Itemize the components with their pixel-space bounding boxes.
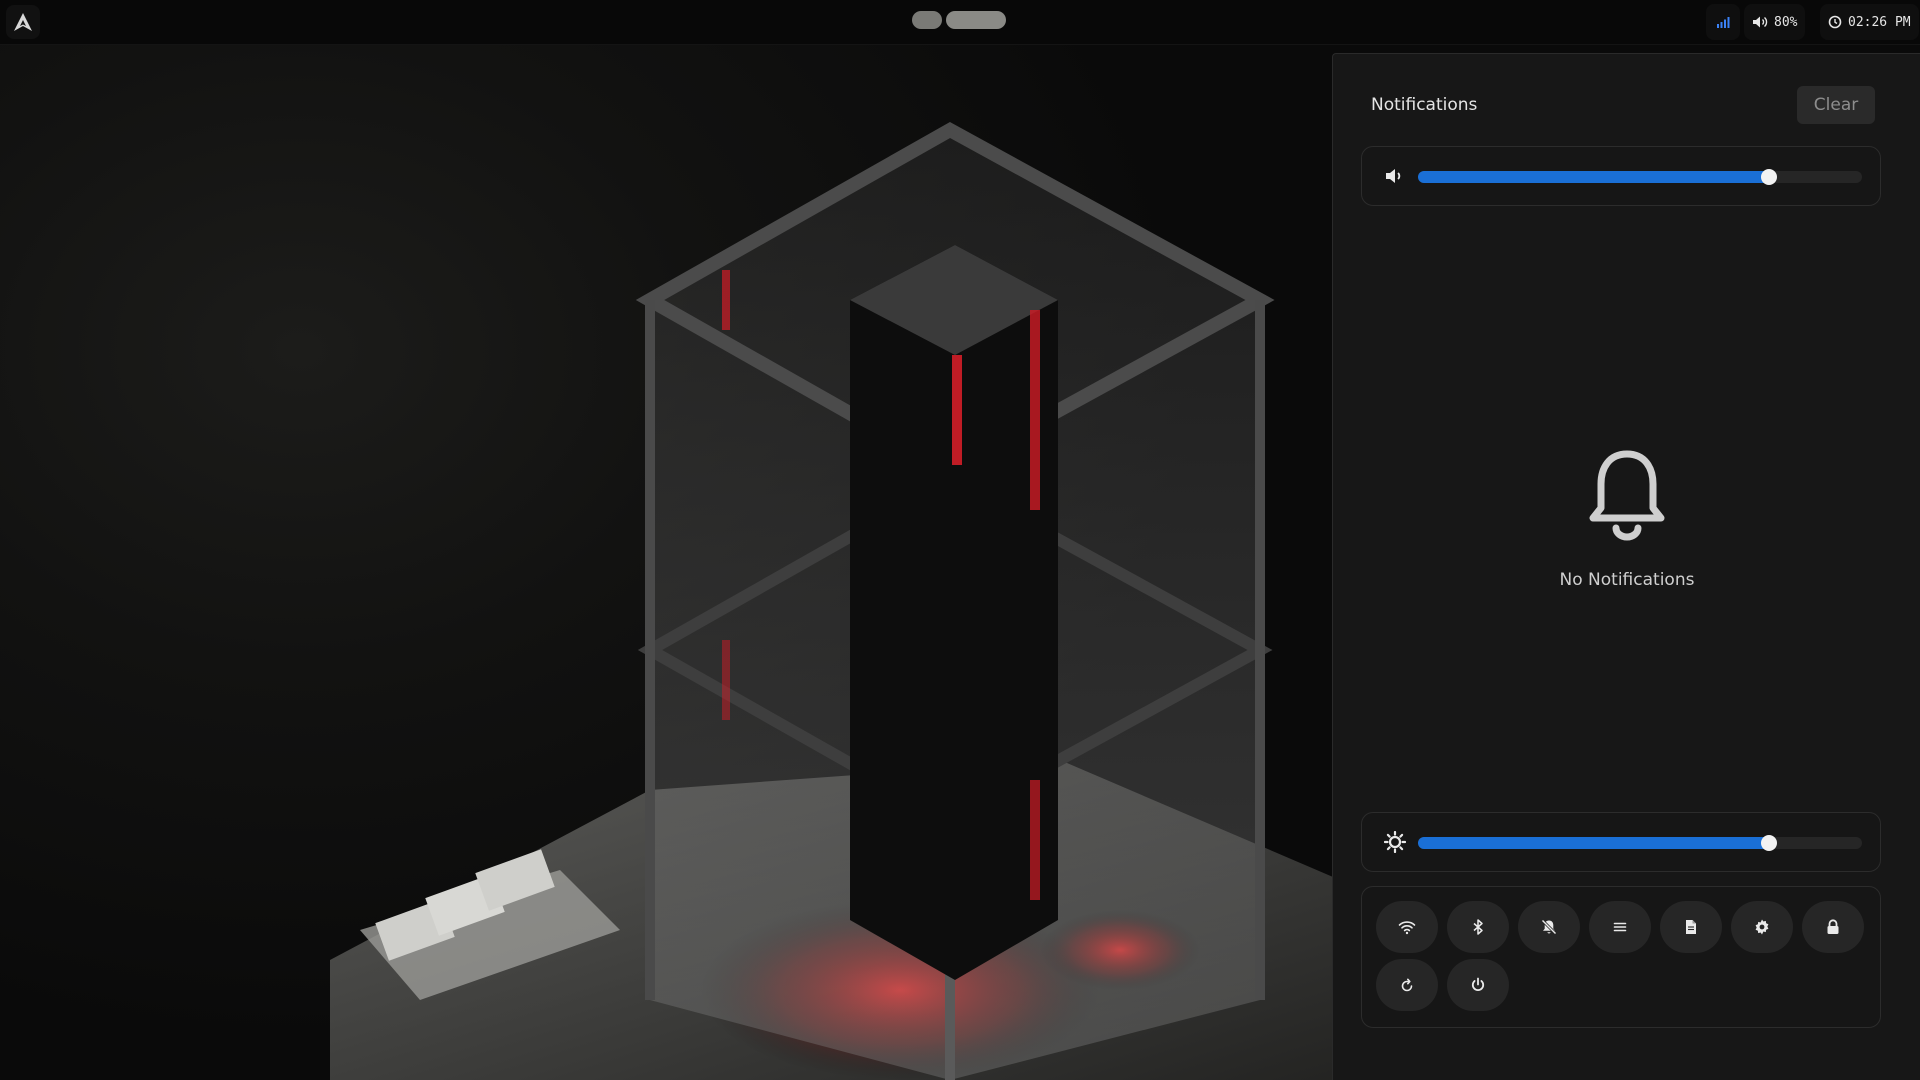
settings-button[interactable] — [1731, 901, 1793, 953]
volume-slider-handle[interactable] — [1760, 169, 1777, 185]
gear-icon — [1755, 919, 1769, 935]
power-icon — [1471, 977, 1485, 992]
volume-icon[interactable] — [1384, 165, 1406, 187]
volume-slider-fill — [1418, 171, 1769, 183]
file-icon — [1686, 920, 1696, 934]
menu-icon — [1613, 922, 1627, 932]
brightness-slider-fill — [1418, 837, 1769, 849]
arch-logo-icon[interactable] — [6, 5, 40, 39]
wallpaper-artwork — [330, 121, 1340, 1080]
restart-button[interactable] — [1376, 959, 1438, 1011]
volume-slider-card — [1361, 146, 1881, 206]
notes-button[interactable] — [1660, 901, 1722, 953]
bell-icon — [1589, 450, 1665, 541]
clock[interactable]: 02:26 PM — [1820, 4, 1919, 40]
empty-state: No Notifications — [1333, 446, 1920, 590]
network-indicator[interactable] — [1706, 4, 1740, 40]
wifi-icon — [1398, 921, 1416, 935]
do-not-disturb-button[interactable] — [1518, 901, 1580, 953]
notification-center: Notifications Clear No Notifications — [1332, 53, 1920, 1080]
bell-off-icon — [1541, 919, 1557, 935]
brightness-icon[interactable] — [1384, 831, 1406, 853]
quick-actions — [1361, 886, 1881, 1028]
brightness-slider-handle[interactable] — [1760, 835, 1777, 851]
lock-icon — [1827, 919, 1839, 934]
brightness-slider-card — [1361, 812, 1881, 872]
clock-icon — [1828, 15, 1842, 29]
lock-button[interactable] — [1802, 901, 1864, 953]
volume-indicator[interactable]: 80% — [1744, 4, 1806, 40]
wifi-toggle-button[interactable] — [1376, 901, 1438, 953]
clock-time: 02:26 PM — [1848, 14, 1911, 30]
volume-icon — [1753, 16, 1768, 28]
brightness-slider[interactable] — [1418, 835, 1862, 851]
volume-percent: 80% — [1774, 14, 1798, 30]
power-button[interactable] — [1447, 959, 1509, 1011]
no-notifications-text: No Notifications — [1559, 570, 1695, 590]
signal-icon — [1717, 17, 1730, 28]
notifications-title: Notifications — [1371, 95, 1478, 115]
workspace-indicator-1[interactable] — [912, 11, 942, 29]
clear-notifications-button[interactable]: Clear — [1797, 86, 1875, 124]
menu-button[interactable] — [1589, 901, 1651, 953]
bluetooth-toggle-button[interactable] — [1447, 901, 1509, 953]
top-bar: 80% 02:26 PM — [0, 0, 1920, 45]
volume-slider[interactable] — [1418, 169, 1862, 185]
restart-icon — [1401, 978, 1413, 992]
bluetooth-icon — [1473, 919, 1483, 935]
workspace-indicator-2-active[interactable] — [946, 11, 1006, 29]
